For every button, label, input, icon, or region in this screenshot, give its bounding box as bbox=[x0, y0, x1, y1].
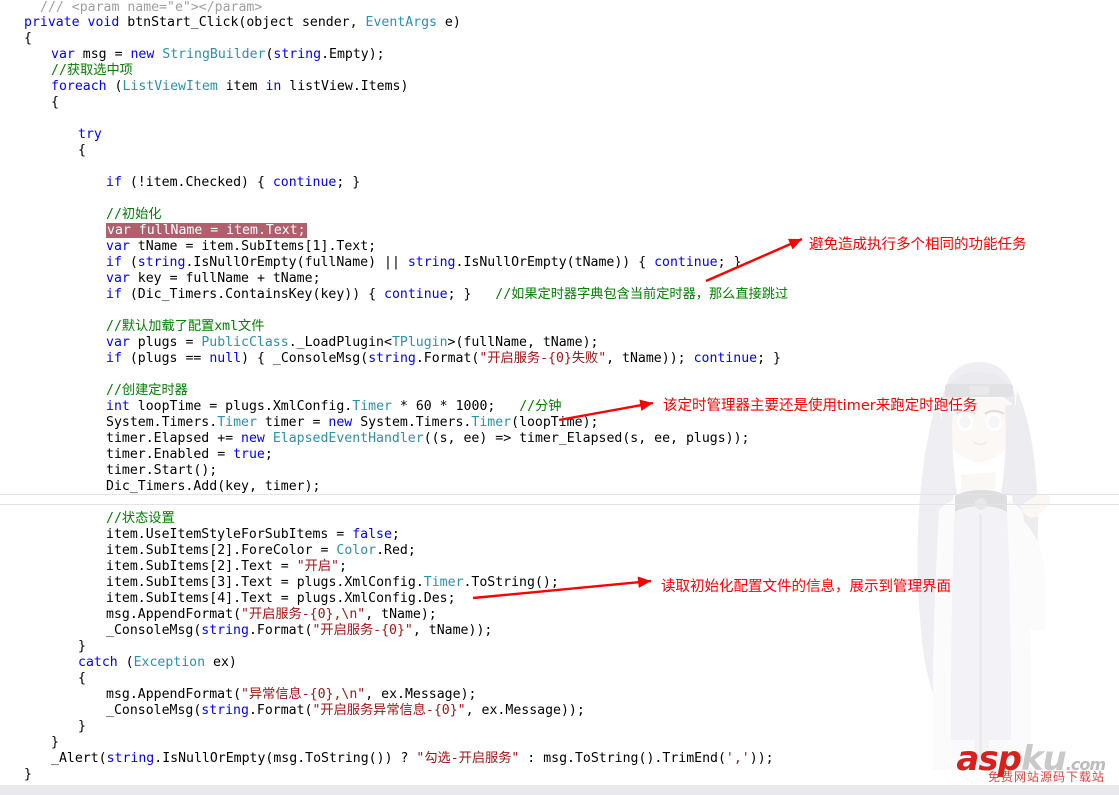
code-line: int loopTime = plugs.XmlConfig.Timer * 6… bbox=[106, 399, 562, 414]
code-line: item.SubItems[3].Text = plugs.XmlConfig.… bbox=[106, 575, 559, 590]
code-line: _Alert(string.IsNullOrEmpty(msg.ToString… bbox=[51, 751, 774, 766]
code-line: //状态设置 bbox=[106, 511, 175, 526]
aspku-watermark-logo: aspku.com 免费网站源码下载站 bbox=[956, 742, 1106, 784]
code-line: System.Timers.Timer timer = new System.T… bbox=[106, 415, 599, 430]
code-line: if (plugs == null) { _ConsoleMsg(string.… bbox=[106, 351, 781, 366]
code-line: //初始化 bbox=[106, 207, 162, 222]
code-line: timer.Start(); bbox=[106, 463, 218, 478]
code-line: if (string.IsNullOrEmpty(fullName) || st… bbox=[106, 255, 742, 270]
code-line: timer.Enabled = true; bbox=[106, 447, 273, 462]
code-line: _ConsoleMsg(string.Format("开启服务异常信息-{0}"… bbox=[106, 703, 585, 718]
code-line: Dic_Timers.Add(key, timer); bbox=[106, 479, 321, 494]
code-line: } bbox=[51, 735, 59, 750]
code-line: timer.Elapsed += new ElapsedEventHandler… bbox=[106, 431, 750, 446]
code-line: var tName = item.SubItems[1].Text; bbox=[106, 239, 377, 254]
code-line: /// <param name="e"></param> bbox=[40, 0, 263, 15]
code-line: try bbox=[78, 127, 102, 142]
annotation-avoid-duplicate-tasks: 避免造成执行多个相同的功能任务 bbox=[809, 237, 1027, 253]
annotation-read-config: 读取初始化配置文件的信息，展示到管理界面 bbox=[661, 579, 951, 595]
code-line: catch (Exception ex) bbox=[78, 655, 237, 670]
code-line: msg.AppendFormat("开启服务-{0},\n", tName); bbox=[106, 607, 437, 622]
code-line: _ConsoleMsg(string.Format("开启服务-{0}", tN… bbox=[106, 623, 493, 638]
code-line: { bbox=[78, 671, 86, 686]
code-line: item.SubItems[2].Text = "开启"; bbox=[106, 559, 347, 574]
code-line: { bbox=[51, 95, 59, 110]
code-line: } bbox=[78, 719, 86, 734]
code-line: foreach (ListViewItem item in listView.I… bbox=[51, 79, 409, 94]
code-line: msg.AppendFormat("异常信息-{0},\n", ex.Messa… bbox=[106, 687, 477, 702]
code-line: item.SubItems[2].ForeColor = Color.Red; bbox=[106, 543, 416, 558]
code-line: //创建定时器 bbox=[106, 383, 188, 398]
code-line: item.UseItemStyleForSubItems = false; bbox=[106, 527, 400, 542]
code-line: item.SubItems[4].Text = plugs.XmlConfig.… bbox=[106, 591, 456, 606]
code-line: { bbox=[78, 143, 86, 158]
code-line: var key = fullName + tName; bbox=[106, 271, 321, 286]
code-line: //获取选中项 bbox=[51, 63, 133, 78]
code-line: if (Dic_Timers.ContainsKey(key)) { conti… bbox=[106, 287, 789, 302]
code-line: var msg = new StringBuilder(string.Empty… bbox=[51, 47, 385, 62]
code-line: { bbox=[24, 31, 32, 46]
logo-tagline: 免费网站源码下载站 bbox=[987, 770, 1105, 784]
annotation-timer-manager: 该定时管理器主要还是使用timer来跑定时跑任务 bbox=[663, 398, 978, 414]
code-line: //默认加载了配置xml文件 bbox=[106, 319, 265, 334]
code-line: private void btnStart_Click(object sende… bbox=[24, 15, 461, 30]
code-line: var plugs = PublicClass._LoadPlugin<TPlu… bbox=[106, 335, 599, 350]
code-line-highlighted: var fullName = item.Text; bbox=[106, 223, 307, 238]
code-line: } bbox=[78, 639, 86, 654]
code-line: } bbox=[24, 767, 32, 782]
code-line: if (!item.Checked) { continue; } bbox=[106, 175, 361, 190]
